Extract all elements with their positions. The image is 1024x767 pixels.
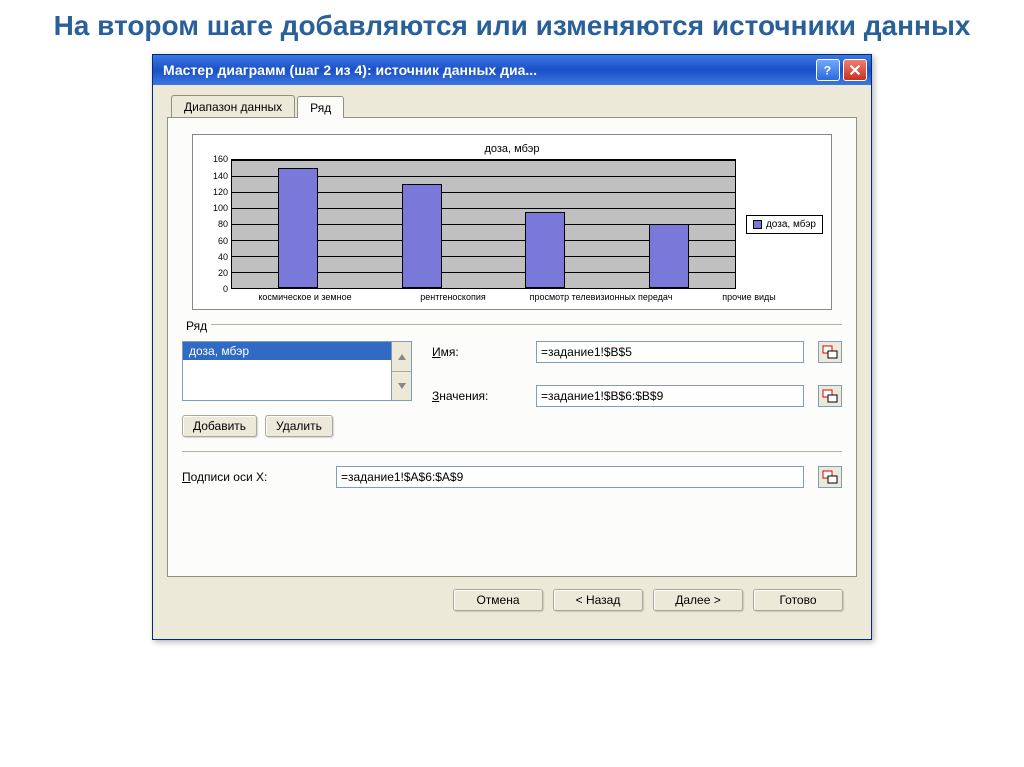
tab-panel-series: доза, мбэр 160140120100806040200 доза, м…	[167, 117, 857, 577]
series-fieldset-label: Ряд	[182, 319, 211, 333]
values-ref-button[interactable]	[818, 385, 842, 407]
x-category-label: рентгеноскопия	[379, 293, 527, 303]
chart-bar	[402, 184, 442, 288]
next-button[interactable]: Далее >	[653, 589, 743, 611]
chart-bar	[649, 224, 689, 288]
tabs: Диапазон данных Ряд	[171, 95, 857, 117]
axis-label: Подписи оси X:	[182, 470, 322, 484]
tab-series[interactable]: Ряд	[297, 96, 344, 118]
back-button[interactable]: < Назад	[553, 589, 643, 611]
axis-ref-button[interactable]	[818, 466, 842, 488]
series-listbox[interactable]: доза, мбэр	[182, 341, 392, 401]
tab-data-range[interactable]: Диапазон данных	[171, 95, 295, 117]
svg-text:?: ?	[824, 64, 831, 78]
name-label: Имя:	[432, 345, 522, 359]
x-category-label: просмотр телевизионных передач	[527, 293, 675, 303]
collapse-dialog-icon	[822, 345, 838, 359]
titlebar: Мастер диаграмм (шаг 2 из 4): источник д…	[153, 55, 871, 85]
name-ref-button[interactable]	[818, 341, 842, 363]
axis-input[interactable]	[336, 466, 804, 488]
x-category-label: космическое и земное	[231, 293, 379, 303]
chart-title: доза, мбэр	[201, 143, 823, 155]
collapse-dialog-icon	[822, 470, 838, 484]
series-item[interactable]: доза, мбэр	[183, 342, 391, 360]
chevron-up-icon	[398, 354, 406, 360]
series-scroll-down[interactable]	[392, 372, 411, 401]
series-scroll	[392, 341, 412, 401]
y-axis-ticks: 160140120100806040200	[204, 154, 228, 294]
add-series-button[interactable]: Добавить	[182, 415, 257, 437]
dialog-footer: Отмена < Назад Далее > Готово	[167, 577, 857, 625]
chart-bars	[232, 160, 735, 288]
chart-legend: доза, мбэр	[746, 215, 823, 234]
x-axis-categories: космическое и земноерентгеноскопияпросмо…	[231, 289, 823, 303]
legend-swatch	[753, 220, 762, 229]
chart-preview: доза, мбэр 160140120100806040200 доза, м…	[192, 134, 832, 310]
plot-area: 160140120100806040200	[231, 159, 736, 289]
remove-series-button[interactable]: Удалить	[265, 415, 333, 437]
values-label: Значения:	[432, 389, 522, 403]
titlebar-text: Мастер диаграмм (шаг 2 из 4): источник д…	[163, 62, 813, 78]
slide-heading: На втором шаге добавляются или изменяютс…	[0, 0, 1024, 48]
name-input[interactable]	[536, 341, 804, 363]
help-button[interactable]: ?	[816, 59, 840, 81]
series-fieldset: Ряд доза, мбэр	[182, 324, 842, 488]
collapse-dialog-icon	[822, 389, 838, 403]
cancel-button[interactable]: Отмена	[453, 589, 543, 611]
values-input[interactable]	[536, 385, 804, 407]
chart-bar	[278, 168, 318, 288]
legend-label: доза, мбэр	[766, 219, 816, 230]
chevron-down-icon	[398, 383, 406, 389]
x-category-label: прочие виды	[675, 293, 823, 303]
finish-button[interactable]: Готово	[753, 589, 843, 611]
chart-wizard-dialog: Мастер диаграмм (шаг 2 из 4): источник д…	[152, 54, 872, 640]
help-icon: ?	[821, 63, 835, 77]
close-icon	[848, 63, 862, 77]
close-button[interactable]	[843, 59, 867, 81]
series-scroll-up[interactable]	[392, 342, 411, 372]
chart-bar	[525, 212, 565, 288]
